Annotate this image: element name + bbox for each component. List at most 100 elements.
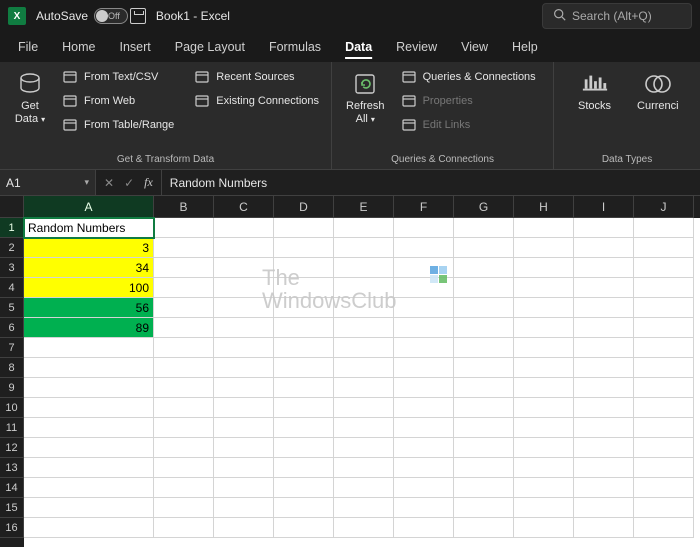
col-header-B[interactable]: B: [154, 196, 214, 218]
cell-B3[interactable]: [154, 258, 214, 278]
cell-D14[interactable]: [274, 478, 334, 498]
cell-A1[interactable]: Random Numbers: [24, 218, 154, 238]
cell-D12[interactable]: [274, 438, 334, 458]
cell-A10[interactable]: [24, 398, 154, 418]
cell-F15[interactable]: [394, 498, 454, 518]
cell-D9[interactable]: [274, 378, 334, 398]
cell-J8[interactable]: [634, 358, 694, 378]
cell-G9[interactable]: [454, 378, 514, 398]
cell-F12[interactable]: [394, 438, 454, 458]
cell-E14[interactable]: [334, 478, 394, 498]
cell-E2[interactable]: [334, 238, 394, 258]
cell-H10[interactable]: [514, 398, 574, 418]
menu-file[interactable]: File: [6, 34, 50, 62]
row-header-12[interactable]: 12: [0, 438, 24, 458]
cell-J2[interactable]: [634, 238, 694, 258]
menu-page-layout[interactable]: Page Layout: [163, 34, 257, 62]
cell-C11[interactable]: [214, 418, 274, 438]
cell-E6[interactable]: [334, 318, 394, 338]
menu-insert[interactable]: Insert: [108, 34, 163, 62]
cell-C1[interactable]: [214, 218, 274, 238]
cell-D15[interactable]: [274, 498, 334, 518]
cell-H3[interactable]: [514, 258, 574, 278]
from-from-web[interactable]: From Web: [58, 90, 178, 112]
cell-G12[interactable]: [454, 438, 514, 458]
col-header-F[interactable]: F: [394, 196, 454, 218]
menu-data[interactable]: Data: [333, 34, 384, 62]
from-from-text-csv[interactable]: From Text/CSV: [58, 66, 178, 88]
name-box[interactable]: A1 ▾: [0, 170, 96, 195]
cell-E11[interactable]: [334, 418, 394, 438]
cell-B13[interactable]: [154, 458, 214, 478]
cell-B2[interactable]: [154, 238, 214, 258]
cell-B10[interactable]: [154, 398, 214, 418]
cell-B5[interactable]: [154, 298, 214, 318]
cell-G2[interactable]: [454, 238, 514, 258]
cell-I11[interactable]: [574, 418, 634, 438]
cell-F11[interactable]: [394, 418, 454, 438]
cell-H11[interactable]: [514, 418, 574, 438]
cell-J4[interactable]: [634, 278, 694, 298]
cell-F2[interactable]: [394, 238, 454, 258]
menu-review[interactable]: Review: [384, 34, 449, 62]
cell-G13[interactable]: [454, 458, 514, 478]
cell-I14[interactable]: [574, 478, 634, 498]
cell-I10[interactable]: [574, 398, 634, 418]
cell-G3[interactable]: [454, 258, 514, 278]
cell-I7[interactable]: [574, 338, 634, 358]
cell-E16[interactable]: [334, 518, 394, 538]
cell-J10[interactable]: [634, 398, 694, 418]
cell-E8[interactable]: [334, 358, 394, 378]
row-header-14[interactable]: 14: [0, 478, 24, 498]
from-from-table-range[interactable]: From Table/Range: [58, 114, 178, 136]
cell-D4[interactable]: [274, 278, 334, 298]
row-header-4[interactable]: 4: [0, 278, 24, 298]
cell-F13[interactable]: [394, 458, 454, 478]
cell-E13[interactable]: [334, 458, 394, 478]
cell-F10[interactable]: [394, 398, 454, 418]
cell-A6[interactable]: 89: [24, 318, 154, 338]
cell-A5[interactable]: 56: [24, 298, 154, 318]
cell-B12[interactable]: [154, 438, 214, 458]
cell-E5[interactable]: [334, 298, 394, 318]
cell-I1[interactable]: [574, 218, 634, 238]
cell-F5[interactable]: [394, 298, 454, 318]
cell-I2[interactable]: [574, 238, 634, 258]
cell-A8[interactable]: [24, 358, 154, 378]
cell-C6[interactable]: [214, 318, 274, 338]
cell-G5[interactable]: [454, 298, 514, 318]
row-header-6[interactable]: 6: [0, 318, 24, 338]
cell-E7[interactable]: [334, 338, 394, 358]
cell-I15[interactable]: [574, 498, 634, 518]
cell-J1[interactable]: [634, 218, 694, 238]
col-header-G[interactable]: G: [454, 196, 514, 218]
cell-H2[interactable]: [514, 238, 574, 258]
col-header-A[interactable]: A: [24, 196, 154, 218]
menu-formulas[interactable]: Formulas: [257, 34, 333, 62]
cell-I13[interactable]: [574, 458, 634, 478]
cell-G14[interactable]: [454, 478, 514, 498]
cell-H5[interactable]: [514, 298, 574, 318]
cell-C10[interactable]: [214, 398, 274, 418]
row-header-2[interactable]: 2: [0, 238, 24, 258]
cell-G10[interactable]: [454, 398, 514, 418]
cell-B4[interactable]: [154, 278, 214, 298]
cell-J5[interactable]: [634, 298, 694, 318]
cell-B9[interactable]: [154, 378, 214, 398]
menu-help[interactable]: Help: [500, 34, 550, 62]
worksheet[interactable]: ABCDEFGHIJ 12345678910111213141516 Rando…: [0, 196, 700, 547]
cell-I4[interactable]: [574, 278, 634, 298]
cell-J11[interactable]: [634, 418, 694, 438]
cell-F16[interactable]: [394, 518, 454, 538]
cell-J3[interactable]: [634, 258, 694, 278]
cell-C7[interactable]: [214, 338, 274, 358]
cell-G8[interactable]: [454, 358, 514, 378]
cell-B15[interactable]: [154, 498, 214, 518]
col-header-I[interactable]: I: [574, 196, 634, 218]
src-existing-connections[interactable]: Existing Connections: [190, 90, 323, 112]
cell-B16[interactable]: [154, 518, 214, 538]
row-header-13[interactable]: 13: [0, 458, 24, 478]
cell-D8[interactable]: [274, 358, 334, 378]
cell-C2[interactable]: [214, 238, 274, 258]
cell-F8[interactable]: [394, 358, 454, 378]
